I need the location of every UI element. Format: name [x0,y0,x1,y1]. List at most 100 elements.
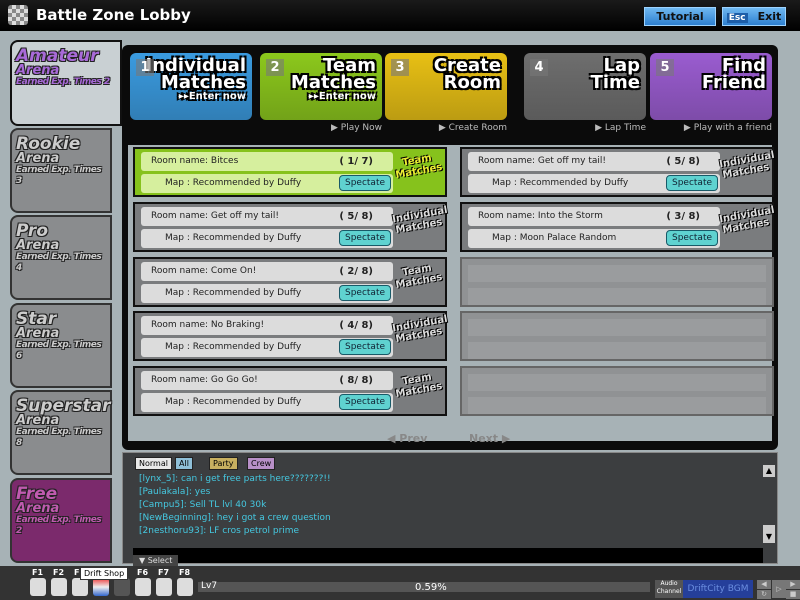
mode-button-5[interactable]: 5 Find Friend [650,53,772,120]
spectate-button[interactable]: Spectate [339,175,391,191]
quick-menu-f8-icon[interactable] [177,578,193,596]
room-name: Room name: Bitces [151,156,239,166]
spectate-button[interactable]: Spectate [339,285,391,301]
chat-message: [Paulakala]: yes [139,487,211,497]
quick-menu-f5-icon[interactable] [114,578,130,596]
room-name: Room name: Come On! [151,266,257,276]
tutorial-button[interactable]: Tutorial [644,7,716,26]
exit-button[interactable]: Esc Exit [722,7,786,26]
chat-filter-normal[interactable]: Normal [135,457,172,470]
arena-exp: Earned Exp. Times 3 [16,165,102,186]
quick-menu-f2-icon[interactable] [51,578,67,596]
quick-menu-f4-icon[interactable] [93,578,109,596]
mode-title-2: Room [443,72,501,93]
room-map-row: Map : Recommended by Duffy Spectate [468,174,720,193]
prev-label: Prev [399,432,428,445]
player-count: ( 2/ 8) [339,266,373,277]
chat-filter-all[interactable]: All [175,457,193,470]
chat-message: [NewBeginning]: hey i got a crew questio… [139,513,331,523]
mode-caption: ▶ Play Now [330,123,382,133]
arena-name: Amateur [16,46,99,66]
chat-panel: ▼ Select ▲ ▼ Normal All Party Crew [lynx_5]:… [122,452,778,570]
next-track-button[interactable]: ▶ [786,580,800,589]
room-map: Map : Recommended by Duffy [165,288,302,298]
room-map: Map : Moon Palace Random [492,233,617,243]
spectate-button[interactable]: Spectate [339,230,391,246]
scroll-down-button[interactable]: ▼ [763,531,775,543]
prev-track-button[interactable]: ◀ [757,580,771,589]
scroll-up-button[interactable]: ▲ [763,465,775,477]
quick-menu-f1-icon[interactable] [30,578,46,596]
room-row[interactable]: Room name: No Braking! ( 4/ 8) Map : Recom… [133,311,448,361]
spectate-button[interactable]: Spectate [666,230,718,246]
room-map-row: Map : Moon Palace Random Spectate [468,229,720,248]
empty-slot-bar [468,374,766,391]
arena-exp: Earned Exp. Times 6 [16,340,102,361]
spectate-button[interactable]: Spectate [666,175,718,191]
quick-menu-f6-icon[interactable] [135,578,151,596]
empty-room-slot [460,366,774,416]
room-row[interactable]: Room name: Get off my tail! ( 5/ 8) Map : … [133,202,448,252]
mode-number: 1 [136,59,154,76]
fkey-label: F8 [179,568,191,577]
mode-button-1[interactable]: 1 Individual Matches ▸▸Enter now [130,53,252,120]
empty-room-slot [460,311,774,361]
mode-button-4[interactable]: 4 Lap Time [524,53,646,120]
empty-slot-bar [468,288,766,305]
mode-number: 5 [656,59,674,76]
arena-tab-superstar[interactable]: Superstar Arena Earned Exp. Times 8 [10,390,112,475]
room-row[interactable]: Room name: Get off my tail! ( 5/ 8) Map : … [460,147,775,197]
match-type-badge: Individual Matches [391,314,448,345]
repeat-button[interactable]: ↻ [757,590,771,599]
spectate-button[interactable]: Spectate [339,394,391,410]
chat-filter-crew[interactable]: Crew [247,457,276,470]
room-name-row: Room name: Get off my tail! ( 5/ 8) [141,207,393,226]
mode-title-2: Time [590,72,640,93]
room-row[interactable]: Room name: Into the Storm ( 3/ 8) Map : Mo… [460,202,775,252]
title-bar: Battle Zone Lobby Tutorial Esc Exit [0,0,800,31]
prev-page-button[interactable]: ◀ Prev [387,432,427,445]
arena-tab-star[interactable]: Star Arena Earned Exp. Times 6 [10,303,112,388]
window-title: Battle Zone Lobby [36,6,191,24]
room-row[interactable]: Room name: Go Go Go! ( 8/ 8) Map : Recomme… [133,366,447,416]
mode-number: 4 [530,59,548,76]
bgm-channel[interactable]: DriftCity BGM [683,580,753,598]
chat-message: [2nesthoru93]: LF cros petrol prime [139,526,300,536]
mode-number: 2 [266,59,284,76]
room-row[interactable]: Room name: Come On! ( 2/ 8) Map : Recommen… [133,257,447,307]
empty-slot-bar [468,265,766,282]
spectate-button[interactable]: Spectate [339,339,391,355]
player-count: ( 1/ 7) [339,156,373,167]
enter-now-label: ▸▸Enter now [308,91,376,102]
main-panel: 1 Individual Matches ▸▸Enter now 2 Team Matche… [122,45,778,450]
arena-tab-rookie[interactable]: Rookie Arena Earned Exp. Times 3 [10,128,112,213]
arena-name: Star [16,309,57,329]
quick-menu-f7-icon[interactable] [156,578,172,596]
arena-label: Arena [16,238,60,253]
mode-button-2[interactable]: 2 Team Matches ▸▸Enter now [260,53,382,120]
fkey-label: F1 [32,568,44,577]
room-row[interactable]: Room name: Bitces ( 1/ 7) Map : Recommende… [133,147,447,197]
room-name: Room name: Get off my tail! [151,211,279,221]
tooltip: Drift Shop [80,567,129,580]
play-button[interactable]: ▷ [772,580,786,598]
arena-tab-free[interactable]: Free Arena Earned Exp. Times 2 [10,478,112,563]
mode-button-3[interactable]: 3 Create Room [385,53,507,120]
room-map-row: Map : Recommended by Duffy Spectate [141,338,393,357]
quick-menu-f3-icon[interactable] [72,578,88,596]
room-map: Map : Recommended by Duffy [165,342,302,352]
next-page-button[interactable]: Next ▶ [469,432,510,445]
stop-button[interactable]: ■ [786,590,800,599]
chat-filter-party[interactable]: Party [209,457,238,470]
arena-label: Arena [16,501,60,516]
room-map: Map : Recommended by Duffy [492,178,629,188]
arena-tab-pro[interactable]: Pro Arena Earned Exp. Times 4 [10,215,112,300]
arena-tab-amateur[interactable]: Amateur Arena Earned Exp. Times 2 [10,40,122,126]
room-name-row: Room name: Bitces ( 1/ 7) [141,152,393,171]
audio-channel-button[interactable]: Audio Channel [655,580,683,598]
arena-exp: Earned Exp. Times 2 [16,515,102,536]
player-count: ( 5/ 8) [666,156,700,167]
chat-channel-select[interactable]: ▼ Select [133,548,763,570]
match-type-badge: Team Matches [391,151,444,181]
room-name: Room name: Into the Storm [478,211,603,221]
